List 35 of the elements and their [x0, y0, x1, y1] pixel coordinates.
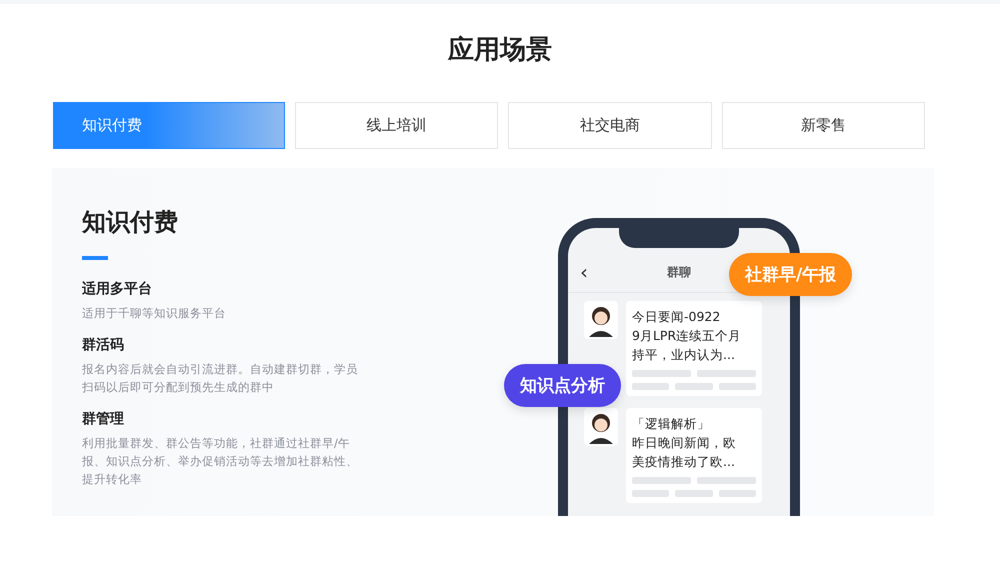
- placeholder-line: [632, 383, 670, 390]
- accent-bar: [82, 256, 108, 260]
- avatar-icon: [584, 408, 618, 446]
- message-text: 昨日晚间新闻，欧: [632, 434, 737, 452]
- page-title: 应用场景: [446, 34, 553, 67]
- message-text: 9月LPR连续五个月: [632, 327, 742, 345]
- back-icon: ‹: [580, 262, 588, 282]
- placeholder-line: [697, 477, 756, 484]
- message-text: 今日要闻-0922: [632, 308, 722, 326]
- placeholder-line: [632, 490, 670, 497]
- placeholder-line: [697, 370, 756, 377]
- scenario-tab[interactable]: 新零售: [722, 102, 925, 149]
- message-text: 美疫情推动了欧...: [632, 453, 736, 471]
- message-text: 「逻辑解析」: [632, 415, 711, 433]
- message-text: 持平，业内认为...: [632, 346, 736, 364]
- feature-heading: 群活码: [82, 336, 125, 354]
- feature-description: 适用于千聊等知识服务平台: [82, 305, 227, 322]
- callout-label: 社群早/午报: [729, 253, 852, 296]
- placeholder-line: [675, 490, 713, 497]
- callout-label: 知识点分析: [504, 364, 621, 407]
- feature-heading: 群管理: [82, 410, 125, 428]
- feature-description: 利用批量群发、群公告等功能，社群通过社群早/午报、知识点分析、举办促销活动等去增加社群粘性、提升转化率: [82, 435, 359, 488]
- scenario-tab[interactable]: 线上培训: [294, 102, 498, 149]
- placeholder-line: [718, 383, 756, 390]
- panel-title: 知识付费: [82, 207, 179, 238]
- placeholder-line: [632, 477, 691, 484]
- chat-title: 群聊: [667, 264, 691, 280]
- feature-description: 报名内容后就会自动引流进群。自动建群切群，学员扫码以后即可分配到预先生成的群中: [82, 361, 359, 396]
- placeholder-line: [675, 383, 713, 390]
- placeholder-line: [632, 370, 691, 377]
- placeholder-line: [718, 490, 756, 497]
- scenario-tab[interactable]: 社交电商: [508, 102, 712, 149]
- scenario-tab[interactable]: 知识付费: [53, 102, 284, 149]
- avatar-icon: [584, 301, 618, 339]
- feature-heading: 适用多平台: [82, 280, 153, 298]
